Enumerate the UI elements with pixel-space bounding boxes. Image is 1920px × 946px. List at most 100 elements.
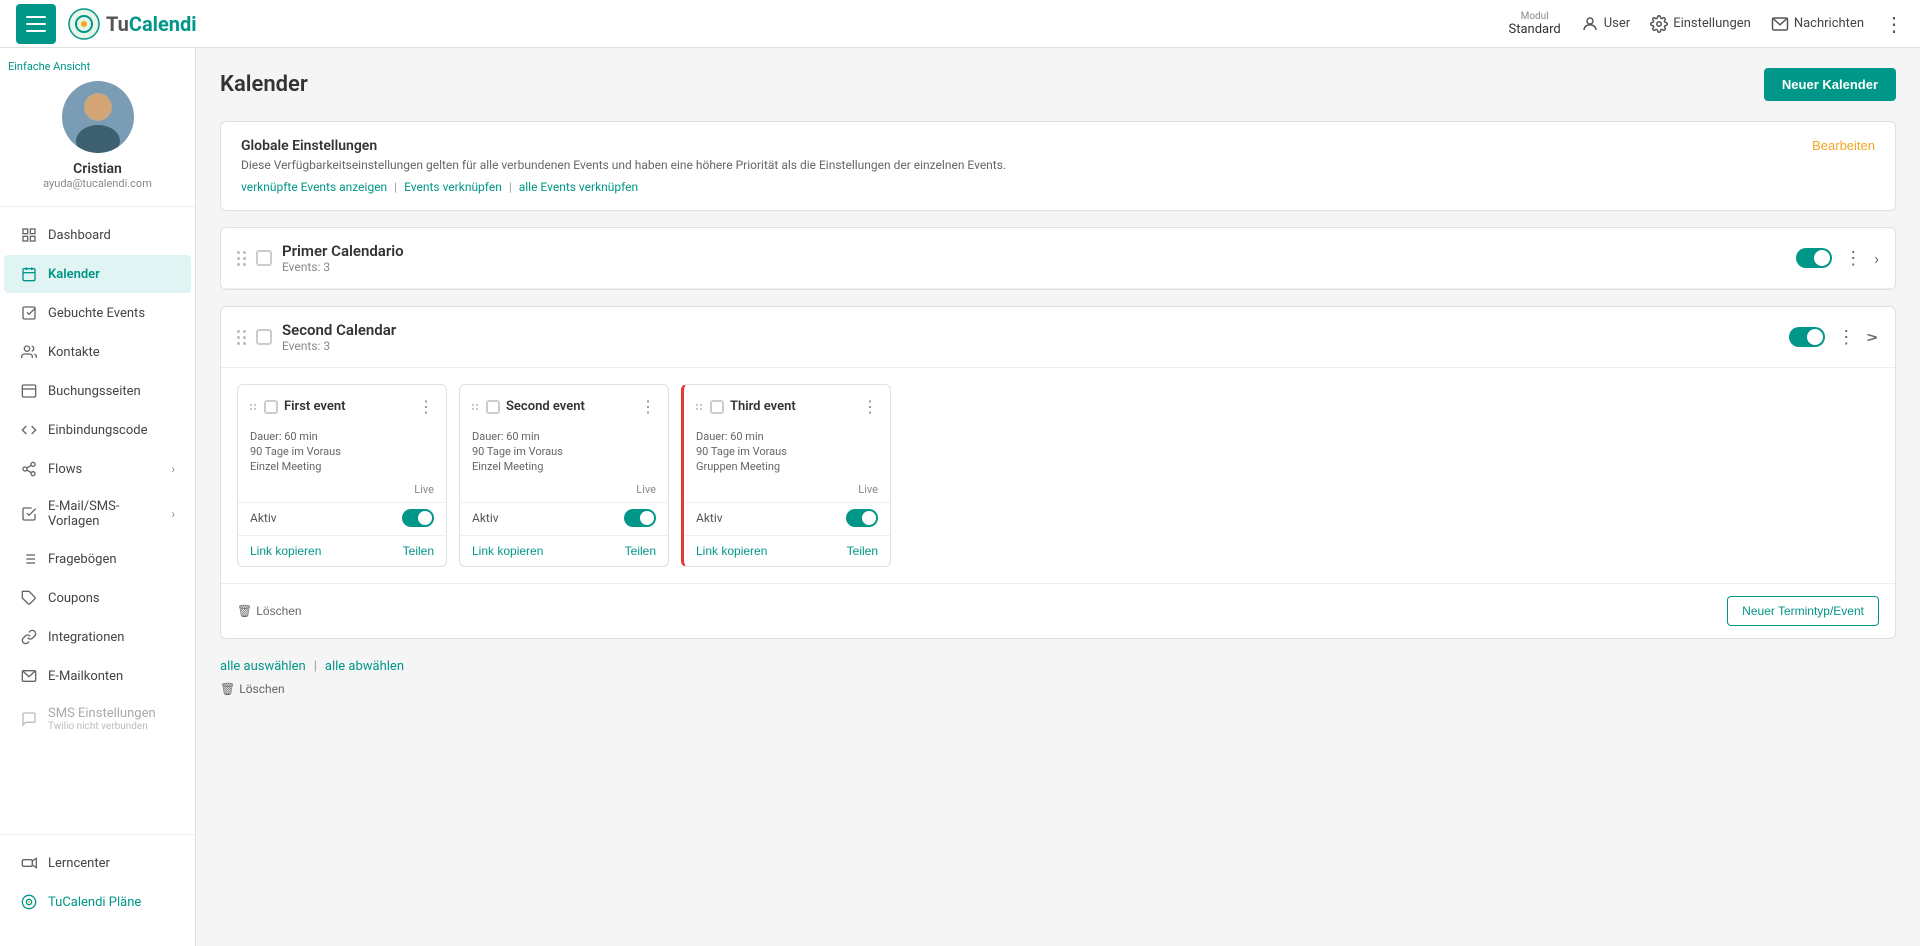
event-third-voraus: 90 Tage im Voraus bbox=[696, 445, 878, 458]
user-menu[interactable]: User bbox=[1581, 15, 1630, 33]
event-first-aktiv-row: Aktiv bbox=[238, 502, 446, 535]
page-title: Kalender bbox=[220, 72, 308, 97]
global-settings-panel: Globale Einstellungen Diese Verfügbarkei… bbox=[220, 121, 1896, 211]
profile-email: ayuda@tucalendi.com bbox=[43, 177, 152, 190]
settings-menu[interactable]: Einstellungen bbox=[1650, 15, 1751, 33]
event-second-checkbox[interactable] bbox=[486, 400, 500, 414]
event-first-footer: Link kopieren Teilen bbox=[238, 535, 446, 566]
event-second-teilen[interactable]: Teilen bbox=[625, 544, 656, 558]
event-second-aktiv-toggle[interactable] bbox=[624, 509, 656, 527]
bottom-delete-button[interactable]: 🗑 Löschen bbox=[220, 682, 1896, 696]
calendar-second-title: Second Calendar bbox=[282, 321, 1779, 339]
event-third-drag[interactable] bbox=[696, 404, 702, 410]
sidebar-item-buchungsseiten[interactable]: Buchungsseiten bbox=[4, 372, 191, 410]
sidebar-item-email-sms[interactable]: E-Mail/SMS-Vorlagen › bbox=[4, 489, 191, 539]
link-events-verknüpfen[interactable]: Events verknüpfen bbox=[404, 180, 502, 194]
event-third-teilen[interactable]: Teilen bbox=[847, 544, 878, 558]
event-first-aktiv-label: Aktiv bbox=[250, 511, 277, 525]
event-first-link-kopieren[interactable]: Link kopieren bbox=[250, 544, 321, 558]
calendar-primer-expand[interactable]: › bbox=[1874, 249, 1879, 268]
event-second-live-row: Live bbox=[460, 483, 668, 502]
event-first-live-row: Live bbox=[238, 483, 446, 502]
email-sms-chevron: › bbox=[171, 507, 175, 521]
page-header: Kalender Neuer Kalender bbox=[220, 68, 1896, 101]
event-first-title: First event bbox=[284, 399, 412, 414]
sidebar-item-emailkonten[interactable]: E-Mailkonten bbox=[4, 657, 191, 695]
global-settings-content: Globale Einstellungen Diese Verfügbarkei… bbox=[241, 138, 1812, 194]
event-third-title: Third event bbox=[730, 399, 856, 414]
global-settings-links: verknüpfte Events anzeigen | Events verk… bbox=[241, 180, 1812, 194]
event-third-more[interactable]: ⋮ bbox=[862, 397, 878, 416]
sidebar-item-gebuchte-events[interactable]: Gebuchte Events bbox=[4, 294, 191, 332]
gear-icon bbox=[1650, 15, 1668, 33]
profile-hint: Einfache Ansicht bbox=[8, 60, 90, 73]
mail-icon bbox=[1771, 15, 1789, 33]
event-third-header: Third event ⋮ bbox=[684, 385, 890, 424]
sidebar-item-coupons[interactable]: Coupons bbox=[4, 579, 191, 617]
calendar-second-subtitle: Events: 3 bbox=[282, 339, 1779, 353]
calendar-primer-toggle[interactable] bbox=[1796, 248, 1832, 268]
calendar-second-delete-button[interactable]: 🗑 Löschen bbox=[237, 604, 302, 618]
sidebar-item-kalender[interactable]: Kalender bbox=[4, 255, 191, 293]
event-third-link-kopieren[interactable]: Link kopieren bbox=[696, 544, 767, 558]
edit-global-settings-button[interactable]: Bearbeiten bbox=[1812, 138, 1875, 153]
sidebar-item-tucalendi-plaene[interactable]: TuCalendi Pläne bbox=[4, 883, 191, 921]
calendar-icon bbox=[20, 265, 38, 283]
share-icon bbox=[20, 460, 38, 478]
event-first-checkbox[interactable] bbox=[264, 400, 278, 414]
calendar-primer-subtitle: Events: 3 bbox=[282, 260, 1786, 274]
drag-handle-second[interactable] bbox=[237, 330, 246, 345]
sidebar-item-dashboard[interactable]: Dashboard bbox=[4, 216, 191, 254]
event-first-drag[interactable] bbox=[250, 404, 256, 410]
event-first-aktiv-toggle[interactable] bbox=[402, 509, 434, 527]
more-menu[interactable]: ⋮ bbox=[1884, 12, 1904, 36]
event-card-first: First event ⋮ Dauer: 60 min 90 Tage im V… bbox=[237, 384, 447, 567]
calendar-primer-more[interactable]: ⋮ bbox=[1844, 248, 1862, 269]
main-content: Kalender Neuer Kalender Globale Einstell… bbox=[196, 48, 1920, 946]
deselect-all-link[interactable]: alle abwählen bbox=[325, 659, 404, 674]
event-third-aktiv-toggle[interactable] bbox=[846, 509, 878, 527]
hamburger-button[interactable] bbox=[16, 4, 56, 44]
calendar-second-toggle[interactable] bbox=[1789, 327, 1825, 347]
event-second-dauer: Dauer: 60 min bbox=[472, 430, 656, 443]
new-event-button[interactable]: Neuer Termintyp/Event bbox=[1727, 596, 1879, 626]
calendar-second-more[interactable]: ⋮ bbox=[1837, 327, 1855, 348]
calendar-primer-header: Primer Calendario Events: 3 ⋮ › bbox=[221, 228, 1895, 289]
event-second-link-kopieren[interactable]: Link kopieren bbox=[472, 544, 543, 558]
logo-text: TuCalendi bbox=[106, 12, 197, 36]
event-third-dauer: Dauer: 60 min bbox=[696, 430, 878, 443]
sidebar-item-kontakte[interactable]: Kontakte bbox=[4, 333, 191, 371]
sidebar-item-integrationen[interactable]: Integrationen bbox=[4, 618, 191, 656]
calendar-primer-checkbox[interactable] bbox=[256, 250, 272, 266]
sidebar: Einfache Ansicht Cristian ayuda@tucalend… bbox=[0, 48, 196, 946]
sidebar-item-flows[interactable]: Flows › bbox=[4, 450, 191, 488]
drag-handle-primer[interactable] bbox=[237, 251, 246, 266]
sidebar-item-fragebögen[interactable]: Fragebögen bbox=[4, 540, 191, 578]
calendar-second-collapse[interactable]: ∧ bbox=[1864, 331, 1883, 343]
event-second-more[interactable]: ⋮ bbox=[640, 397, 656, 416]
event-second-details: Dauer: 60 min 90 Tage im Voraus Einzel M… bbox=[460, 424, 668, 483]
event-third-checkbox[interactable] bbox=[710, 400, 724, 414]
messages-menu[interactable]: Nachrichten bbox=[1771, 15, 1864, 33]
sidebar-item-einbindungscode[interactable]: Einbindungscode bbox=[4, 411, 191, 449]
calendar-second-checkbox[interactable] bbox=[256, 329, 272, 345]
modul-selector[interactable]: Modul Standard bbox=[1508, 11, 1560, 37]
event-second-live: Live bbox=[636, 483, 656, 496]
link-alle-events[interactable]: alle Events verknüpfen bbox=[519, 180, 638, 194]
event-first-more[interactable]: ⋮ bbox=[418, 397, 434, 416]
event-second-drag[interactable] bbox=[472, 404, 478, 410]
event-second-aktiv-label: Aktiv bbox=[472, 511, 499, 525]
event-first-teilen[interactable]: Teilen bbox=[403, 544, 434, 558]
select-all-link[interactable]: alle auswählen bbox=[220, 659, 306, 674]
code-icon bbox=[20, 421, 38, 439]
link-verknüpfte-events[interactable]: verknüpfte Events anzeigen bbox=[241, 180, 387, 194]
topbar: TuCalendi Modul Standard User Einstellun… bbox=[0, 0, 1920, 48]
new-calendar-button[interactable]: Neuer Kalender bbox=[1764, 68, 1896, 101]
event-third-meeting: Gruppen Meeting bbox=[696, 460, 878, 473]
check-square-icon bbox=[20, 304, 38, 322]
check-circle-icon bbox=[20, 505, 38, 523]
link-icon bbox=[20, 628, 38, 646]
event-second-header: Second event ⋮ bbox=[460, 385, 668, 424]
sidebar-item-lerncenter[interactable]: Lerncenter bbox=[4, 844, 191, 882]
event-third-live-row: Live bbox=[684, 483, 890, 502]
